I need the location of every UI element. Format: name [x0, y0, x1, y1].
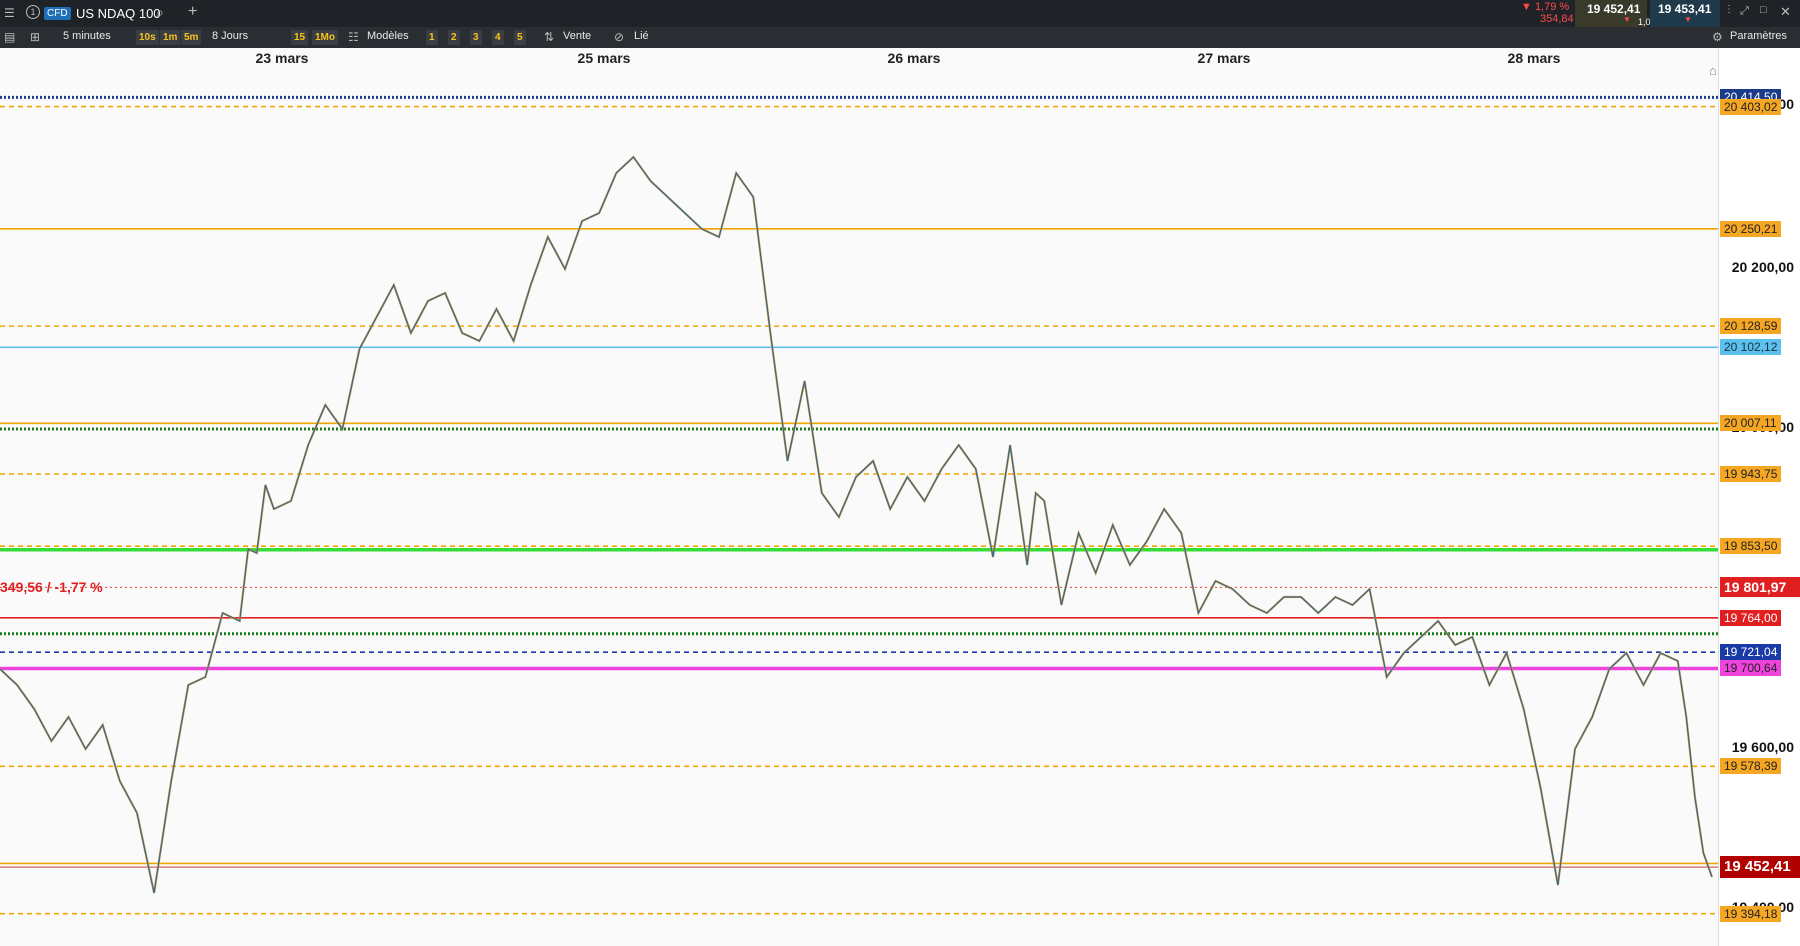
reference-price-label: 19 801,97: [1724, 579, 1787, 596]
y-tick-label: 19 600,00: [1731, 739, 1794, 755]
price-level-tag: 19 853,50: [1720, 538, 1782, 555]
price-level-tag: 19 764,00: [1720, 609, 1782, 626]
last-price-tag: 19 452,41: [1720, 856, 1800, 879]
y-tick-label: 20 200,00: [1731, 259, 1794, 275]
price-level-tag: 20 403,02: [1720, 98, 1782, 115]
reference-price-tag: 19 801,97: [1720, 577, 1800, 598]
price-level-tag: 19 943,75: [1720, 466, 1782, 482]
price-series-line[interactable]: [0, 156, 1713, 894]
price-level-tag: 20 250,21: [1720, 220, 1782, 237]
price-level-tag: 20 128,59: [1720, 318, 1782, 335]
price-level-tag: 20 102,12: [1720, 339, 1782, 356]
price-level-tag: 19 394,18: [1720, 905, 1782, 922]
price-series-outline: [0, 155, 1714, 894]
change-annotation: 349,56 / -1,77 %: [0, 579, 103, 595]
price-level-tag: 20 007,11: [1720, 415, 1781, 432]
price-level-tag: 19 700,64: [1720, 660, 1782, 677]
last-price-label: 19 452,41: [1724, 858, 1791, 876]
chart-svg: [0, 95, 1718, 915]
price-level-tag: 19 578,39: [1720, 758, 1782, 775]
price-level-tag: 19 721,04: [1720, 644, 1782, 661]
home-icon[interactable]: ⌂: [1709, 64, 1717, 77]
